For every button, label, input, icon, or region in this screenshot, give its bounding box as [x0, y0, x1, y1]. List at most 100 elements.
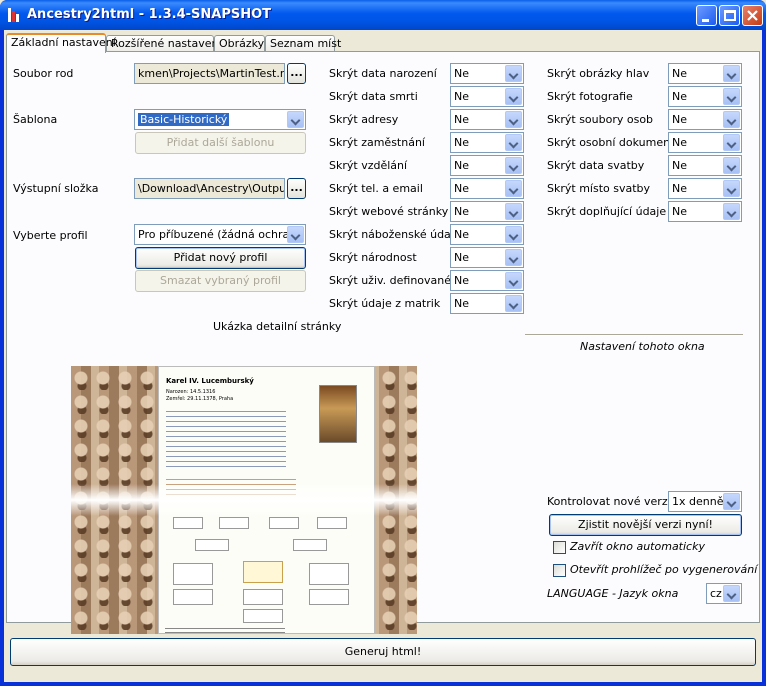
chevron-down-icon[interactable] — [505, 157, 522, 174]
middle-select[interactable]: Ne — [450, 132, 524, 153]
tab-places[interactable]: Seznam míst — [265, 35, 341, 52]
middle-select[interactable]: Ne — [450, 270, 524, 291]
chevron-down-icon[interactable] — [723, 157, 740, 174]
middle-value: Ne — [454, 90, 469, 103]
tab-basic-settings[interactable]: Základní nastavení — [6, 33, 116, 53]
middle-label: Skrýt zaměstnání — [329, 136, 425, 149]
close-automatically-checkbox[interactable] — [553, 541, 566, 554]
check-now-button[interactable]: Zjistit novější verzi nyní! — [549, 514, 742, 536]
chevron-down-icon[interactable] — [505, 249, 522, 266]
middle-label: Skrýt data smrti — [329, 90, 418, 103]
section-divider — [525, 334, 743, 336]
chevron-down-icon[interactable] — [505, 180, 522, 197]
middle-value: Ne — [454, 67, 469, 80]
tree-box — [173, 563, 213, 585]
minimize-icon — [702, 19, 709, 22]
middle-select[interactable]: Ne — [450, 201, 524, 222]
chevron-down-icon[interactable] — [287, 111, 304, 128]
chevron-down-icon[interactable] — [723, 585, 740, 602]
tree-box — [309, 589, 349, 605]
right-select[interactable]: Ne — [668, 178, 742, 199]
middle-select[interactable]: Ne — [450, 178, 524, 199]
check-updates-label: Kontrolovat nové verze — [547, 495, 675, 508]
chevron-down-icon[interactable] — [505, 88, 522, 105]
vystup-browse-button[interactable]: ... — [287, 178, 306, 199]
delete-profile-button[interactable]: Smazat vybraný profil — [135, 270, 306, 292]
generate-button[interactable]: Generuj html! — [10, 638, 756, 666]
right-select[interactable]: Ne — [668, 201, 742, 222]
maximize-button[interactable] — [719, 5, 740, 26]
soubor-field[interactable]: kmen\Projects\MartinTest.rod — [134, 63, 285, 84]
right-label: Skrýt místo svatby — [547, 182, 651, 195]
chevron-down-icon[interactable] — [723, 65, 740, 82]
right-select[interactable]: Ne — [668, 155, 742, 176]
vystup-field[interactable]: \Download\Ancestry\Output2 — [134, 178, 285, 199]
close-button[interactable] — [742, 5, 763, 26]
preview-footer-lines — [165, 625, 285, 633]
chevron-down-icon[interactable] — [723, 111, 740, 128]
middle-select[interactable]: Ne — [450, 293, 524, 314]
right-select[interactable]: Ne — [668, 86, 742, 107]
middle-select[interactable]: Ne — [450, 224, 524, 245]
chevron-down-icon[interactable] — [723, 203, 740, 220]
tab-images[interactable]: Obrázky — [214, 35, 265, 52]
middle-value: Ne — [454, 228, 469, 241]
settings-panel: Soubor rod kmen\Projects\MartinTest.rod … — [6, 51, 760, 634]
tree-box — [243, 589, 283, 605]
sablona-select[interactable]: Basic-Historický — [134, 109, 306, 130]
right-value: Ne — [672, 136, 687, 149]
chevron-down-icon[interactable] — [505, 65, 522, 82]
tab-advanced-settings[interactable]: Rozšířené nastavení — [106, 35, 222, 52]
add-profile-button[interactable]: Přidat nový profil — [135, 247, 306, 269]
chevron-down-icon[interactable] — [723, 180, 740, 197]
open-browser-checkbox[interactable] — [553, 564, 566, 577]
soubor-browse-button[interactable]: ... — [287, 63, 306, 84]
chevron-down-icon[interactable] — [723, 134, 740, 151]
portrait-photo — [319, 385, 357, 443]
client-area: Základní nastavení Rozšířené nastavení O… — [4, 30, 762, 682]
middle-label: Skrýt národnost — [329, 251, 417, 264]
preview-fade — [71, 484, 417, 516]
chevron-down-icon[interactable] — [723, 88, 740, 105]
open-browser-label: Otevřít prohlížeč po vygenerování — [570, 563, 758, 576]
chevron-down-icon[interactable] — [287, 226, 304, 243]
check-updates-select[interactable]: 1x denně — [668, 491, 742, 512]
right-select[interactable]: Ne — [668, 132, 742, 153]
profil-select[interactable]: Pro příbuzené (žádná ochra... — [134, 224, 306, 245]
right-select[interactable]: Ne — [668, 63, 742, 84]
soubor-label: Soubor rod — [13, 67, 74, 80]
middle-select[interactable]: Ne — [450, 247, 524, 268]
middle-value: Ne — [454, 159, 469, 172]
vystup-label: Výstupní složka — [13, 182, 99, 195]
middle-value: Ne — [454, 182, 469, 195]
detail-page-preview-image: Karel IV. Lucemburský Narozen: 14.5.1316… — [71, 366, 417, 634]
middle-label: Skrýt data narození — [329, 67, 437, 80]
close-automatically-label: Zavřít okno automaticky — [570, 540, 705, 553]
chevron-down-icon[interactable] — [505, 203, 522, 220]
sablona-value: Basic-Historický — [138, 113, 230, 126]
chevron-down-icon[interactable] — [505, 226, 522, 243]
minimize-button[interactable] — [696, 5, 717, 26]
add-template-button[interactable]: Přidat další šablonu — [135, 132, 306, 154]
title-bar[interactable]: Ancestry2html - 1.3.4-SNAPSHOT — [0, 0, 766, 30]
tree-box — [317, 517, 347, 529]
chevron-down-icon[interactable] — [505, 272, 522, 289]
chevron-down-icon[interactable] — [505, 295, 522, 312]
profil-value: Pro příbuzené (žádná ochra... — [138, 228, 300, 241]
tree-box-highlight — [243, 561, 283, 583]
middle-label: Skrýt uživ. definované — [329, 274, 452, 287]
middle-label: Skrýt náboženské údaje — [329, 228, 461, 241]
middle-label: Skrýt adresy — [329, 113, 399, 126]
chevron-down-icon[interactable] — [505, 111, 522, 128]
middle-select[interactable]: Ne — [450, 86, 524, 107]
middle-select[interactable]: Ne — [450, 109, 524, 130]
chevron-down-icon[interactable] — [723, 493, 740, 510]
middle-select[interactable]: Ne — [450, 155, 524, 176]
right-value: Ne — [672, 113, 687, 126]
right-select[interactable]: Ne — [668, 109, 742, 130]
chevron-down-icon[interactable] — [505, 134, 522, 151]
tree-box — [219, 517, 249, 529]
middle-select[interactable]: Ne — [450, 63, 524, 84]
language-select[interactable]: cz — [706, 583, 742, 604]
middle-label: Skrýt údaje z matrik — [329, 297, 441, 310]
